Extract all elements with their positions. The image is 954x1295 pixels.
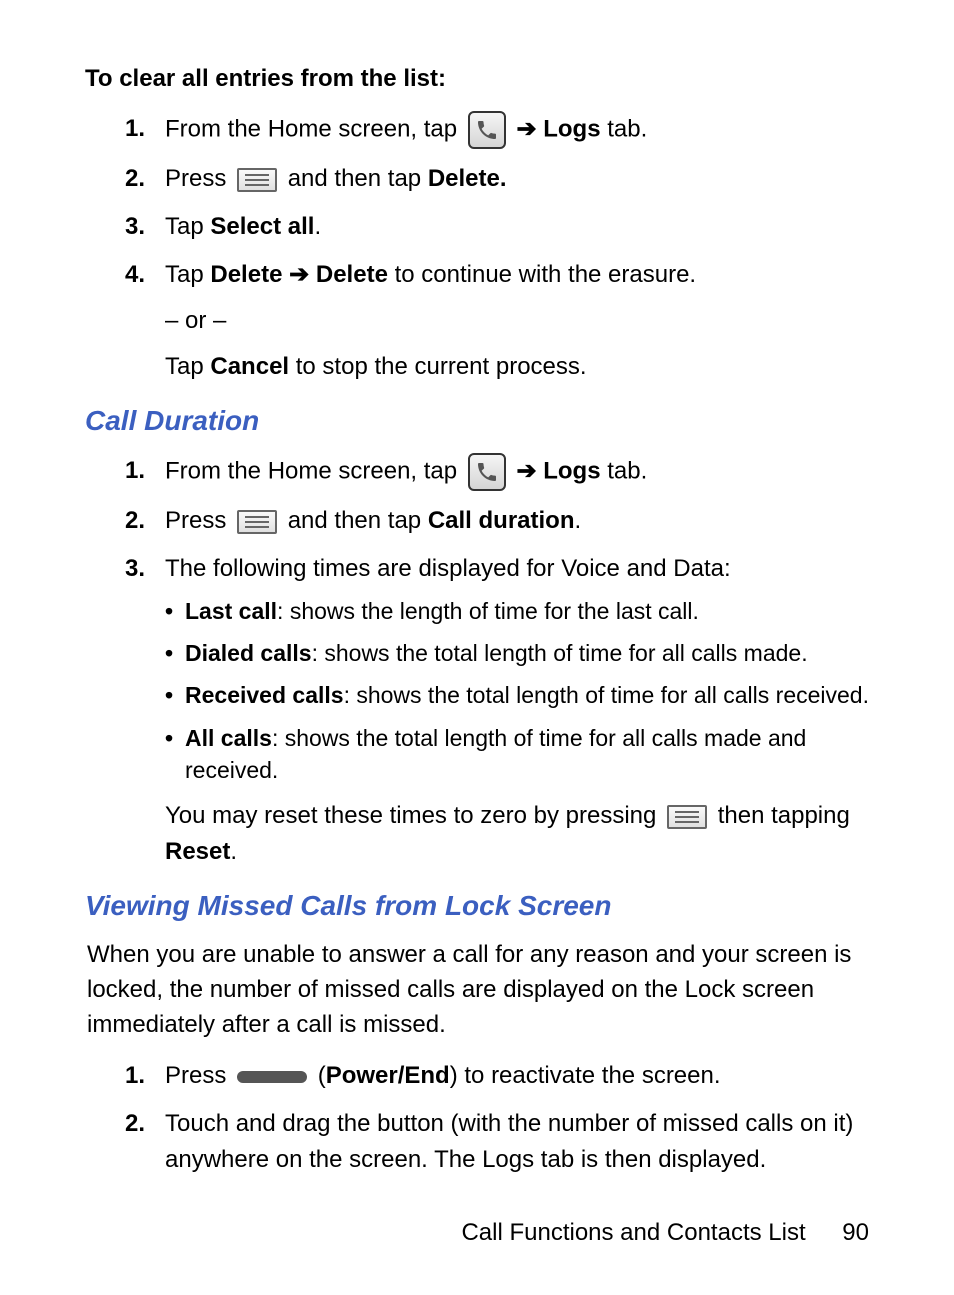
- text: Press: [165, 1062, 233, 1089]
- step-number: 2.: [105, 1106, 145, 1142]
- text: : shows the total length of time for all…: [312, 640, 808, 666]
- or-divider: – or –: [165, 303, 869, 339]
- section3-paragraph: When you are unable to answer a call for…: [85, 938, 869, 1042]
- step-number: 1.: [105, 453, 145, 489]
- section3-heading: Viewing Missed Calls from Lock Screen: [85, 890, 869, 922]
- section2-list: 1. From the Home screen, tap ➔ Logs tab.…: [85, 453, 869, 870]
- step-number: 1.: [105, 1058, 145, 1094]
- text: .: [574, 507, 581, 534]
- arrow-icon: ➔: [516, 115, 536, 142]
- text: The following times are displayed for Vo…: [165, 555, 731, 582]
- call-duration-label: Call duration: [428, 507, 575, 534]
- text: tab.: [601, 457, 648, 484]
- delete-label: Delete.: [428, 165, 507, 192]
- step-number: 3.: [105, 209, 145, 245]
- section1-step1: 1. From the Home screen, tap ➔ Logs tab.: [105, 111, 869, 149]
- reset-paragraph: You may reset these times to zero by pre…: [165, 798, 869, 870]
- cancel-label: Cancel: [210, 353, 289, 380]
- text: : shows the total length of time for all…: [344, 682, 869, 708]
- text: From the Home screen, tap: [165, 457, 464, 484]
- bullet-item: All calls: shows the total length of tim…: [165, 722, 869, 786]
- text: From the Home screen, tap: [165, 115, 464, 142]
- step-number: 2.: [105, 161, 145, 197]
- received-calls-label: Received calls: [185, 682, 344, 708]
- footer-label: Call Functions and Contacts List: [461, 1219, 805, 1246]
- section1-step2: 2. Press and then tap Delete.: [105, 161, 869, 197]
- logs-label: Logs: [543, 115, 600, 142]
- text: : shows the length of time for the last …: [277, 598, 699, 624]
- menu-icon: [237, 168, 277, 192]
- text: : shows the total length of time for all…: [185, 725, 806, 783]
- select-all-label: Select all: [210, 213, 314, 240]
- step-number: 3.: [105, 551, 145, 587]
- section1-step3: 3. Tap Select all.: [105, 209, 869, 245]
- reset-label: Reset: [165, 838, 230, 865]
- menu-icon: [667, 805, 707, 829]
- text: and then tap: [288, 507, 428, 534]
- section3-step2: 2. Touch and drag the button (with the n…: [105, 1106, 869, 1178]
- text: tab.: [601, 115, 648, 142]
- phone-icon: [468, 453, 506, 491]
- section2-step2: 2. Press and then tap Call duration.: [105, 503, 869, 539]
- power-end-label: Power/End: [326, 1062, 450, 1089]
- section2-heading: Call Duration: [85, 405, 869, 437]
- section1-step4: 4. Tap Delete ➔ Delete to continue with …: [105, 257, 869, 385]
- arrow-icon: ➔: [289, 261, 309, 288]
- all-calls-label: All calls: [185, 725, 272, 751]
- text: (: [318, 1062, 326, 1089]
- bullet-item: Dialed calls: shows the total length of …: [165, 637, 869, 669]
- text: Tap: [165, 353, 210, 380]
- dialed-calls-label: Dialed calls: [185, 640, 312, 666]
- delete-label: Delete: [210, 261, 282, 288]
- section3-list: 1. Press (Power/End) to reactivate the s…: [85, 1058, 869, 1178]
- text: Press: [165, 165, 233, 192]
- bullet-item: Received calls: shows the total length o…: [165, 679, 869, 711]
- text: Tap Cancel to stop the current process.: [165, 349, 869, 385]
- section1-title: To clear all entries from the list:: [85, 65, 869, 93]
- section2-step3: 3. The following times are displayed for…: [105, 551, 869, 870]
- text: .: [314, 213, 321, 240]
- power-button-icon: [237, 1071, 307, 1083]
- delete-label: Delete: [316, 261, 388, 288]
- section1-list: 1. From the Home screen, tap ➔ Logs tab.…: [85, 111, 869, 385]
- step-number: 4.: [105, 257, 145, 293]
- logs-label: Logs: [543, 457, 600, 484]
- page-number: 90: [842, 1219, 869, 1246]
- text: Tap: [165, 261, 210, 288]
- text: Touch and drag the button (with the numb…: [165, 1110, 853, 1173]
- text: .: [230, 838, 237, 865]
- text: to continue with the erasure.: [388, 261, 696, 288]
- phone-icon: [468, 111, 506, 149]
- text: You may reset these times to zero by pre…: [165, 802, 663, 829]
- text: ) to reactivate the screen.: [450, 1062, 721, 1089]
- text: Press: [165, 507, 233, 534]
- text: then tapping: [718, 802, 850, 829]
- last-call-label: Last call: [185, 598, 277, 624]
- text: to stop the current process.: [289, 353, 586, 380]
- step-number: 1.: [105, 111, 145, 147]
- text: Tap: [165, 213, 210, 240]
- bullet-item: Last call: shows the length of time for …: [165, 595, 869, 627]
- page-footer: Call Functions and Contacts List 90: [461, 1219, 869, 1247]
- menu-icon: [237, 510, 277, 534]
- section2-step1: 1. From the Home screen, tap ➔ Logs tab.: [105, 453, 869, 491]
- section3-step1: 1. Press (Power/End) to reactivate the s…: [105, 1058, 869, 1094]
- arrow-icon: ➔: [516, 457, 536, 484]
- step-number: 2.: [105, 503, 145, 539]
- text: and then tap: [288, 165, 428, 192]
- bullet-list: Last call: shows the length of time for …: [165, 595, 869, 786]
